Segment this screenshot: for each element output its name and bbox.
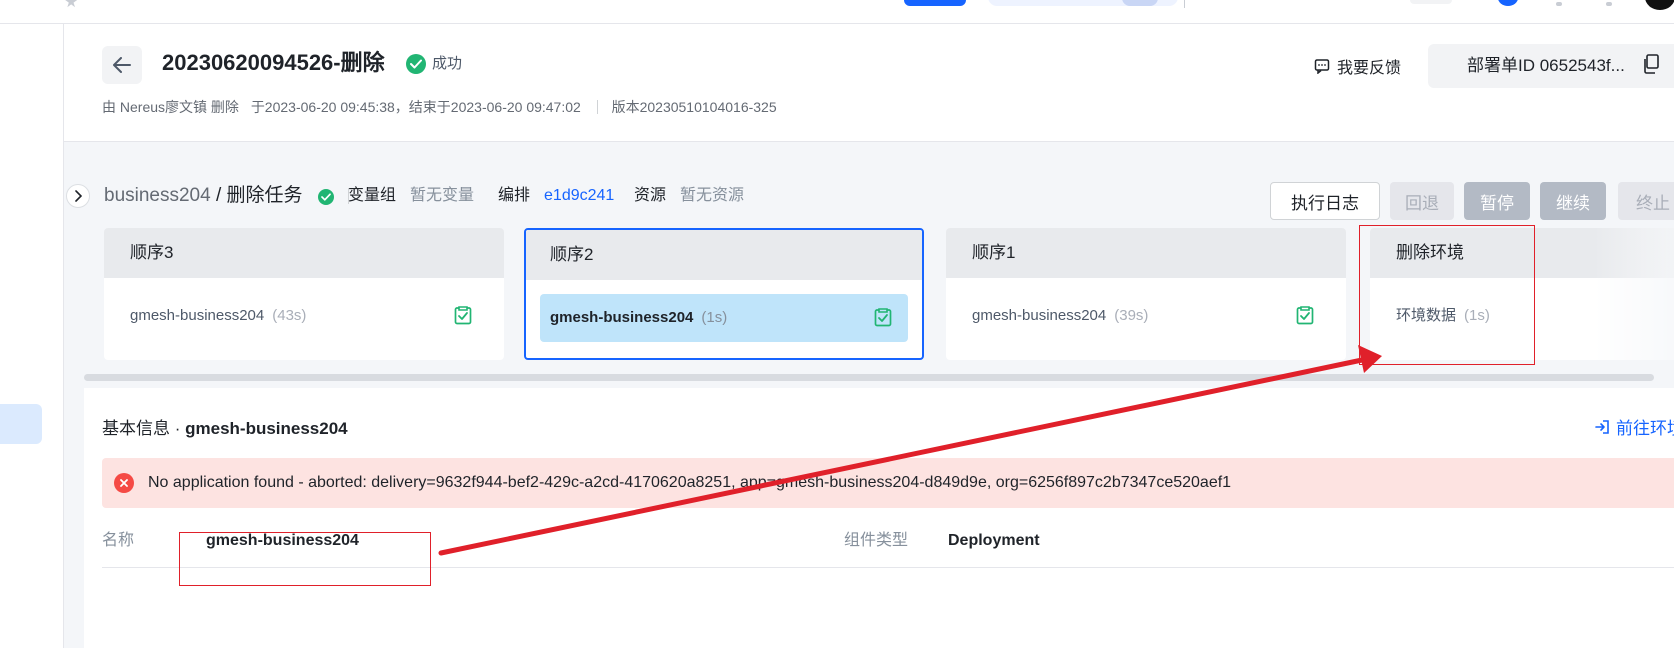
orchestration-label: 编排 — [498, 187, 531, 204]
check-clipboard-icon[interactable] — [874, 307, 892, 327]
task-separator: / — [210, 185, 227, 206]
orchestration-link[interactable]: e1d9c241 — [544, 187, 614, 204]
stage-title: 顺序1 — [946, 228, 1346, 278]
stage-item[interactable]: gmesh-business204 (43s) — [130, 306, 306, 326]
stage-item-duration: (1s) — [701, 309, 728, 326]
sidebar — [0, 24, 64, 648]
chevron-right-icon — [75, 190, 82, 202]
stage-item-duration: (43s) — [272, 307, 307, 324]
execution-log-button[interactable]: 执行日志 — [1270, 182, 1380, 220]
resume-button[interactable]: 继续 — [1540, 182, 1606, 220]
deploy-id: 部署单ID 0652543f... — [1467, 56, 1625, 75]
goto-environment-label: 前往环境 — [1616, 419, 1674, 438]
message-icon — [1314, 59, 1330, 74]
top-bar: ★ — [0, 0, 1674, 24]
feedback-button[interactable]: 我要反馈 — [1314, 54, 1401, 78]
copy-button[interactable] — [1638, 50, 1664, 78]
stage-item-name: gmesh-business204 — [550, 309, 694, 326]
task-app-name[interactable]: business204 — [104, 185, 211, 206]
panel-title-prefix: 基本信息 · — [102, 419, 186, 438]
stage-item: gmesh-business204 (1s) — [550, 308, 727, 328]
copy-icon — [1644, 54, 1659, 74]
pause-button[interactable]: 暂停 — [1464, 182, 1530, 220]
annotation-box-env-stage — [1359, 225, 1535, 365]
expand-button[interactable] — [66, 184, 90, 208]
divider — [596, 100, 598, 114]
task-bar: business204 / 删除任务 变量组 暂无变量 编排 e1d9c241 资源… — [64, 142, 1674, 220]
meta-version: 版本20230510104016-325 — [611, 99, 777, 115]
stage-item[interactable]: gmesh-business204 (39s) — [972, 306, 1148, 326]
menu-icon[interactable] — [1556, 2, 1562, 6]
page-header: 20230620094526-删除 成功 由 Nereus廖文镇 删除 于202… — [64, 24, 1674, 142]
sidebar-item-active[interactable] — [0, 404, 42, 444]
panel-title-name: gmesh-business204 — [185, 419, 348, 438]
var-group-value: 暂无变量 — [410, 187, 475, 204]
help-icon[interactable] — [1606, 2, 1612, 6]
stage-item-duration: (39s) — [1114, 307, 1149, 324]
stage-item-selected[interactable]: gmesh-business204 (1s) — [540, 294, 908, 342]
primary-top-button[interactable] — [904, 0, 966, 6]
resource: 资源 暂无资源 — [634, 186, 744, 206]
meta-operator: 由 Nereus廖文镇 删除 — [102, 99, 239, 115]
orchestration: 编排 e1d9c241 — [498, 186, 614, 206]
external-link-icon — [1595, 419, 1609, 434]
page-title: 20230620094526-删除 — [162, 50, 385, 75]
component-type-value: Deployment — [948, 532, 1040, 549]
annotation-box-name-value — [179, 532, 431, 586]
rollback-button[interactable]: 回退 — [1390, 182, 1454, 220]
feedback-label: 我要反馈 — [1337, 60, 1402, 77]
back-button[interactable] — [102, 46, 142, 84]
stage-card[interactable]: 顺序1 gmesh-business204 (39s) — [946, 228, 1346, 360]
stage-card-selected[interactable]: 顺序2 gmesh-business204 (1s) — [524, 228, 924, 360]
task-name: 删除任务 — [226, 185, 303, 206]
stage-title: 顺序2 — [526, 230, 922, 280]
stage-item-name: gmesh-business204 — [130, 307, 265, 324]
resource-value: 暂无资源 — [680, 187, 745, 204]
top-bar-box[interactable] — [1410, 0, 1452, 4]
check-clipboard-icon[interactable] — [1296, 305, 1314, 325]
component-type-label: 组件类型 — [844, 532, 909, 549]
error-x-icon — [114, 473, 134, 493]
star-icon[interactable]: ★ — [64, 0, 78, 12]
search-shortcut-icon — [1122, 0, 1158, 6]
success-check-icon — [318, 189, 334, 205]
stage-item-name: gmesh-business204 — [972, 307, 1107, 324]
stage-title: 顺序3 — [104, 228, 504, 278]
stop-button[interactable]: 终止 — [1618, 182, 1674, 220]
divider — [1184, 0, 1185, 8]
status-badge: 成功 — [432, 55, 463, 72]
check-clipboard-icon[interactable] — [454, 305, 472, 325]
goto-environment-link[interactable]: 前往环境 — [1594, 414, 1674, 439]
notification-icon[interactable] — [1498, 0, 1518, 6]
success-check-icon — [406, 54, 426, 74]
arrow-left-icon — [113, 57, 131, 73]
error-alert: No application found - aborted: delivery… — [102, 458, 1674, 508]
var-group-label: 变量组 — [348, 187, 397, 204]
meta-info: 由 Nereus廖文镇 删除 于2023-06-20 09:45:38，结束于2… — [102, 97, 777, 117]
resource-label: 资源 — [634, 187, 667, 204]
task-title: business204 / 删除任务 — [104, 184, 303, 208]
avatar[interactable] — [1645, 0, 1674, 10]
error-message: No application found - aborted: delivery… — [148, 474, 1232, 491]
panel-title: 基本信息 · gmesh-business204 — [102, 418, 348, 440]
var-group: 变量组 暂无变量 — [348, 186, 474, 206]
basic-info-panel: 基本信息 · gmesh-business204 前往环境 No applica… — [84, 388, 1674, 648]
stage-card[interactable]: 顺序3 gmesh-business204 (43s) — [104, 228, 504, 360]
name-label: 名称 — [102, 532, 135, 549]
horizontal-scrollbar[interactable] — [84, 374, 1654, 381]
meta-time: 于2023-06-20 09:45:38，结束于2023-06-20 09:47… — [250, 99, 581, 115]
